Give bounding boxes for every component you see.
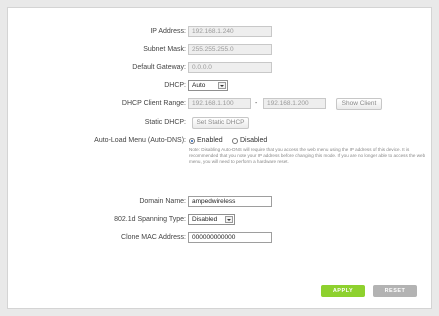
auto-dns-enabled-label: Enabled [197,136,223,144]
reset-button[interactable]: RESET [373,285,417,297]
auto-dns-note: Note: Disabling Auto-DNS will require th… [189,147,426,165]
dhcp-select[interactable]: Auto [188,80,228,91]
static-dhcp-label: Static DHCP: [144,119,186,126]
apply-button[interactable]: APPLY [321,285,365,297]
set-static-dhcp-button[interactable]: Set Static DHCP [192,117,249,129]
clone-mac-label: Clone MAC Address: [121,234,186,241]
default-gateway-label: Default Gateway: [132,64,186,71]
dhcp-range-separator: - [255,100,258,107]
show-client-button[interactable]: Show Client [336,97,382,110]
spanning-type-select[interactable]: Disabled [188,214,235,225]
dhcp-range-end-field: 192.168.1.200 [263,98,326,109]
default-gateway-field: 0.0.0.0 [188,62,272,73]
dhcp-label: DHCP: [164,82,186,89]
auto-dns-disabled-radio[interactable] [232,138,238,144]
ip-address-label: IP Address: [150,28,186,35]
spanning-type-label: 802.1d Spanning Type: [114,216,186,223]
chevron-down-icon [225,216,233,223]
chevron-down-icon [218,82,226,89]
auto-dns-label: Auto-Load Menu (Auto-DNS): [94,137,186,144]
subnet-mask-label: Subnet Mask: [143,46,186,53]
domain-name-input[interactable]: ampedwireless [188,196,272,207]
dhcp-range-start-field: 192.168.1.100 [188,98,251,109]
dhcp-range-label: DHCP Client Range: [121,100,186,107]
ip-address-field: 192.168.1.240 [188,26,272,37]
domain-name-label: Domain Name: [139,198,186,205]
auto-dns-enabled-radio[interactable] [189,138,195,144]
dhcp-select-value: Auto [192,82,206,89]
lan-settings-panel: IP Address: 192.168.1.240 Subnet Mask: 2… [7,7,432,309]
auto-dns-disabled-label: Disabled [240,136,268,144]
clone-mac-input[interactable]: 000000000000 [188,232,272,243]
spanning-type-select-value: Disabled [192,216,218,223]
subnet-mask-field: 255.255.255.0 [188,44,272,55]
